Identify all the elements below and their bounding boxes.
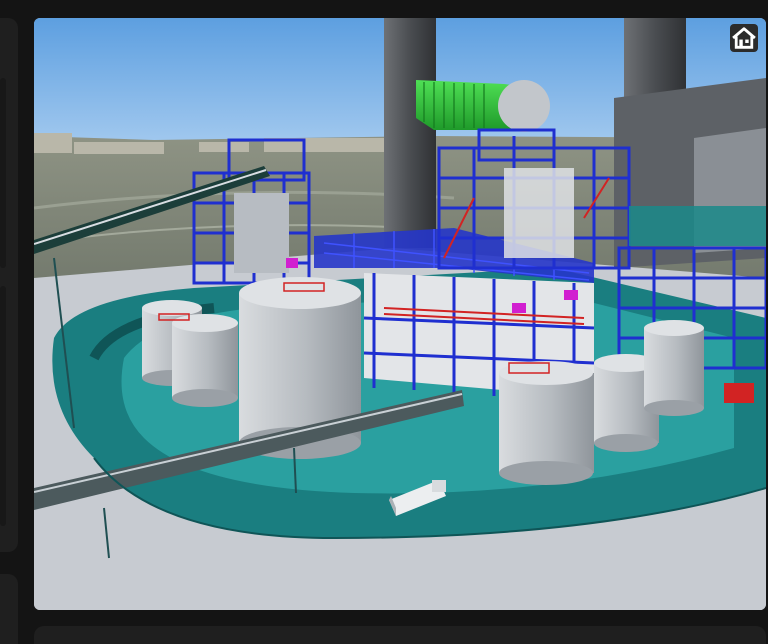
magenta-equipment-3[interactable] xyxy=(286,258,298,268)
app-window xyxy=(0,0,768,644)
left-panel-section-bottom xyxy=(0,286,6,526)
left-side-panel-lower xyxy=(0,574,18,644)
storage-tank-right-large[interactable] xyxy=(499,361,594,485)
left-tower-silo[interactable] xyxy=(234,193,289,273)
storage-tank-left-medium[interactable] xyxy=(172,314,238,407)
left-panel-section-top xyxy=(0,78,6,268)
magenta-equipment[interactable] xyxy=(512,303,526,313)
bottom-panel xyxy=(34,626,766,644)
chimney-stack-left[interactable] xyxy=(384,18,436,248)
3d-plant-model[interactable] xyxy=(34,18,766,610)
central-boiler-vessel[interactable] xyxy=(504,168,574,258)
duct-gray-cylinder[interactable] xyxy=(498,80,550,132)
left-side-panel xyxy=(0,18,18,552)
home-button[interactable] xyxy=(730,24,758,52)
3d-scene-viewport[interactable] xyxy=(34,18,766,610)
right-equipment-red[interactable] xyxy=(724,383,754,403)
home-icon xyxy=(732,27,756,49)
storage-tank-right-small[interactable] xyxy=(644,320,704,416)
magenta-equipment-2[interactable] xyxy=(564,290,578,300)
